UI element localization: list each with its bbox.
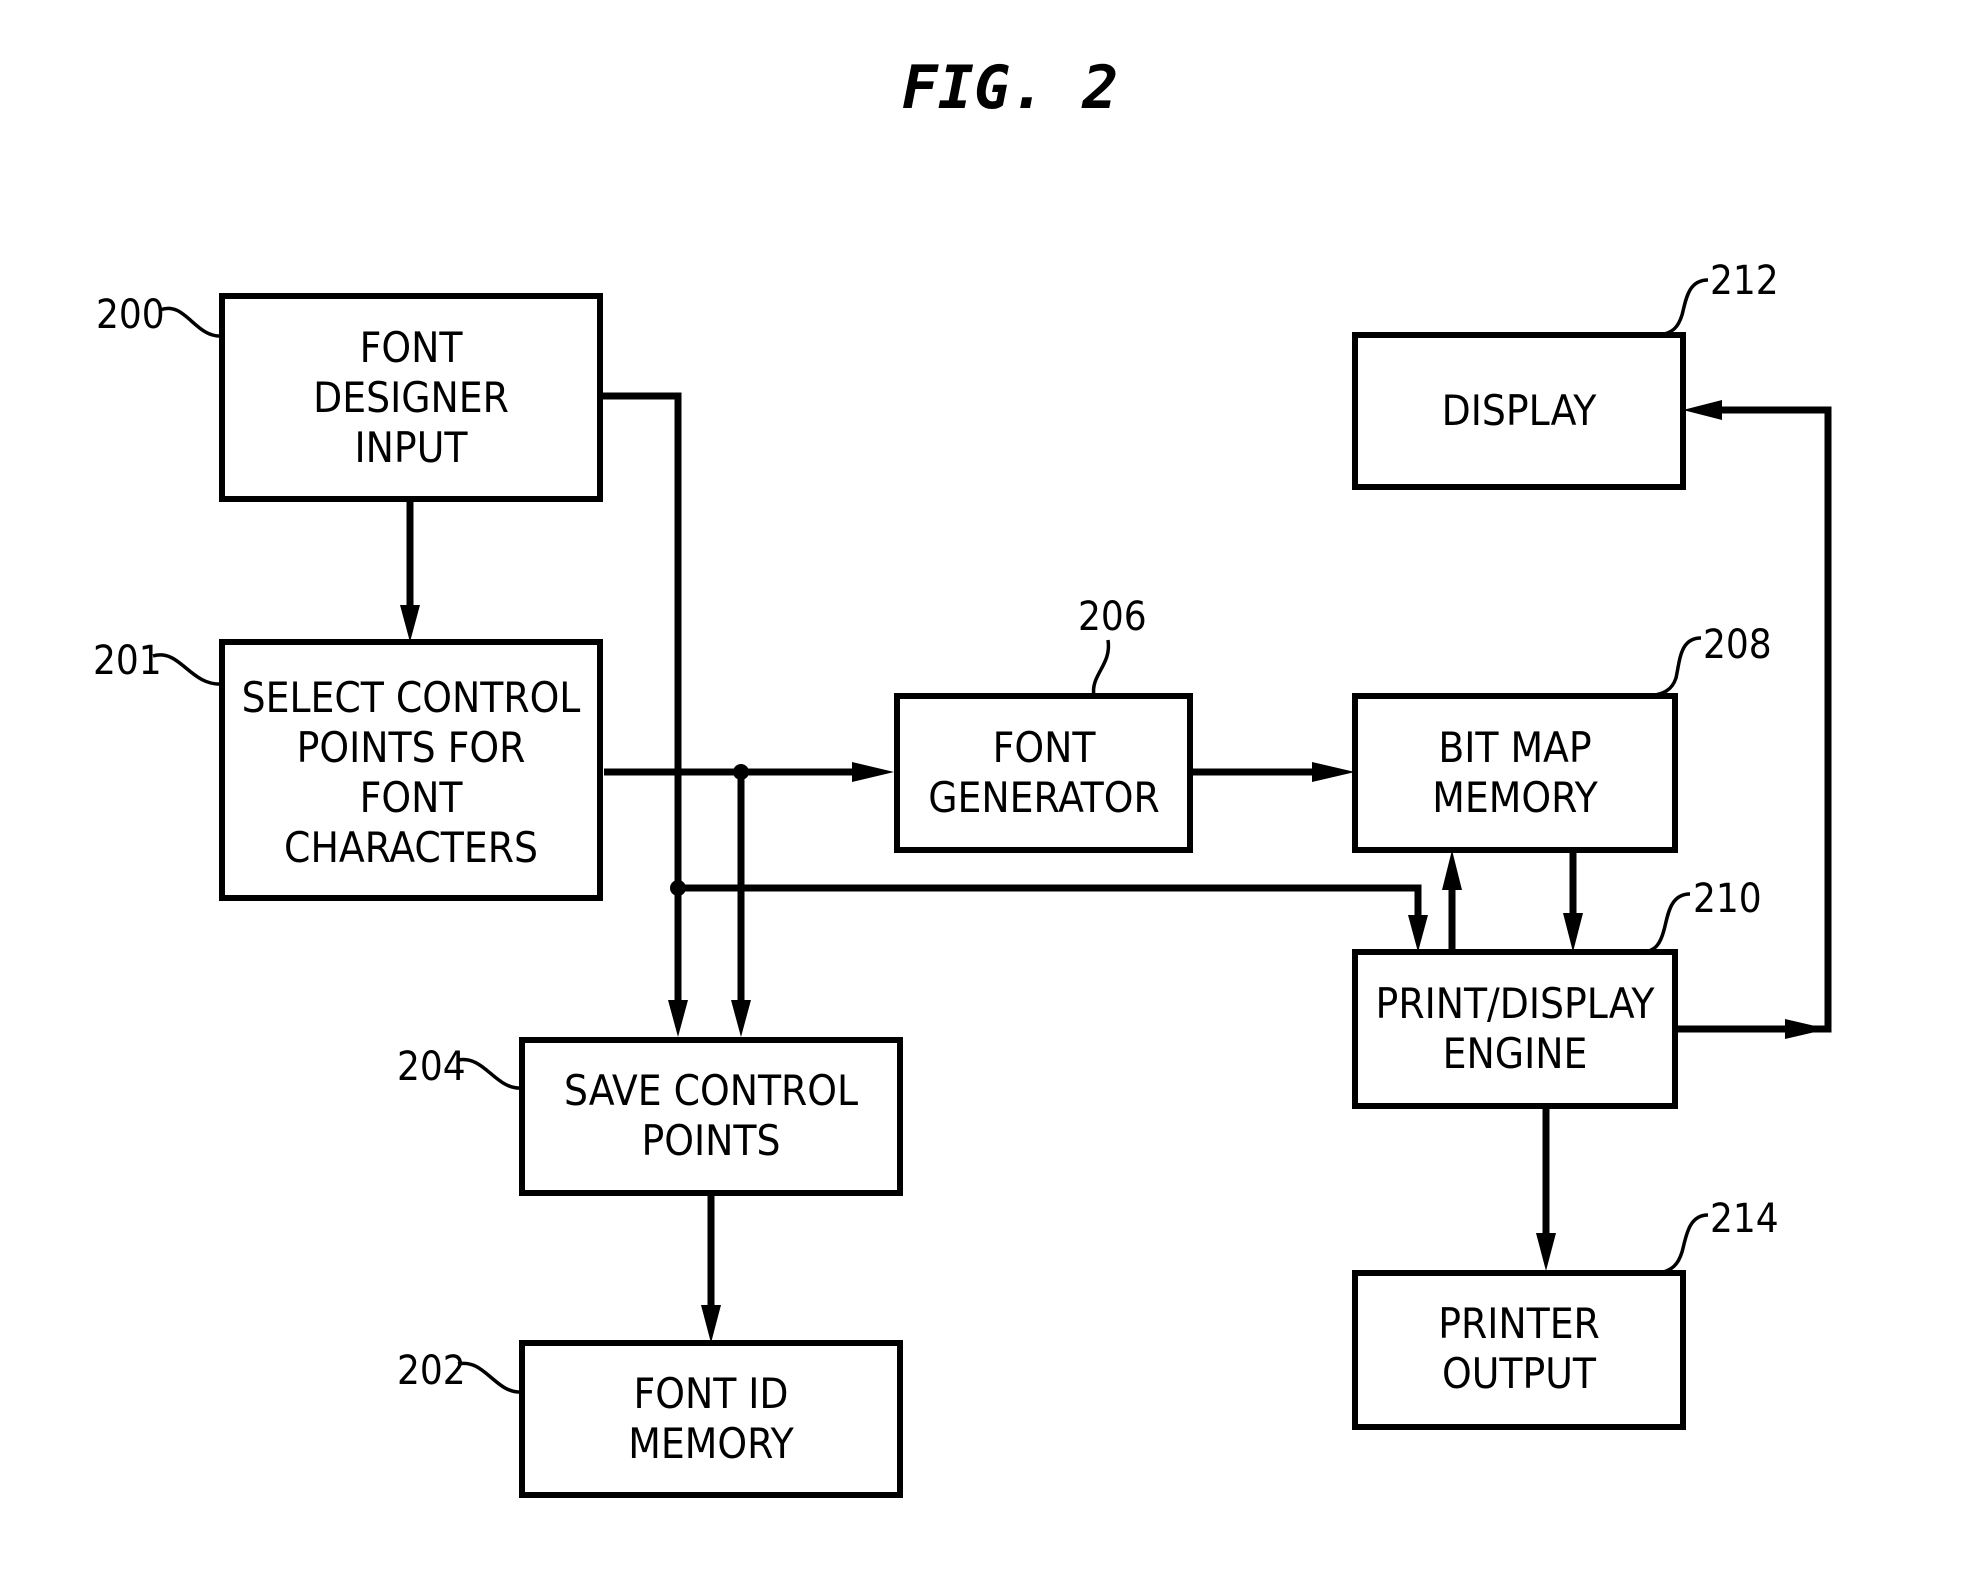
- reference-numeral: 206: [1078, 594, 1147, 640]
- ref-208: 208: [1649, 622, 1772, 698]
- reference-numeral: 214: [1710, 1196, 1779, 1242]
- block-label: MEMORY: [628, 1419, 794, 1468]
- reference-numeral: 201: [93, 638, 162, 684]
- block-label: PRINTER: [1438, 1299, 1600, 1348]
- leader-line: [1091, 639, 1111, 697]
- arrowhead-icon: [731, 1000, 751, 1037]
- ref-201: 201: [93, 638, 223, 686]
- arrow-204-to-202: [701, 1193, 721, 1343]
- reference-numeral: 200: [96, 292, 165, 338]
- arrowhead-icon: [1312, 762, 1355, 782]
- arrowhead-icon: [668, 1000, 688, 1037]
- arrowhead-icon: [400, 605, 420, 642]
- leader-line: [457, 1057, 523, 1090]
- block-label: INPUT: [355, 423, 469, 472]
- block-label: CHARACTERS: [284, 823, 538, 872]
- leader-line: [1644, 892, 1691, 954]
- ref-202: 202: [397, 1348, 523, 1394]
- arrowhead-icon: [1785, 1019, 1828, 1039]
- block-font-designer-input: FONT DESIGNER INPUT: [219, 293, 603, 502]
- block-font-id-memory: FONT ID MEMORY: [519, 1340, 903, 1498]
- arrowhead-icon: [852, 762, 894, 782]
- block-label: PRINT/DISPLAY: [1376, 979, 1656, 1028]
- leader-line: [152, 653, 223, 686]
- arrowhead-icon: [1683, 400, 1722, 420]
- reference-numeral: 204: [397, 1044, 466, 1090]
- arrow-200-to-204: [600, 392, 688, 1037]
- block-label: OUTPUT: [1442, 1349, 1597, 1398]
- block-label: FONT: [360, 773, 464, 822]
- block-select-control-points: SELECT CONTROL POINTS FOR FONT CHARACTER…: [219, 639, 603, 901]
- arrow-200-to-201: [400, 499, 420, 642]
- block-label: SELECT CONTROL: [242, 673, 581, 722]
- arrow-201-to-204: [731, 772, 751, 1037]
- block-label: FONT: [360, 323, 464, 372]
- reference-numeral: 208: [1703, 622, 1772, 668]
- block-label: SAVE CONTROL: [564, 1066, 858, 1115]
- block-font-generator: FONT GENERATOR: [894, 693, 1193, 853]
- arrow-210-to-212: [1675, 400, 1832, 1039]
- arrow-210-to-214: [1536, 1106, 1556, 1271]
- figure-title: FIG. 2: [902, 53, 1119, 123]
- leader-line: [457, 1361, 523, 1394]
- leader-line: [1659, 1213, 1709, 1275]
- ref-212: 212: [1659, 258, 1779, 337]
- arrowhead-icon: [701, 1305, 721, 1343]
- arrow-210-to-208: [1442, 850, 1462, 952]
- block-printer-output: PRINTER OUTPUT: [1352, 1270, 1686, 1430]
- block-label: ENGINE: [1443, 1029, 1588, 1078]
- block-label: POINTS: [642, 1116, 781, 1165]
- block-diagram: FIG. 2 FONT DESIGNER INPUT 200 SELECT CO…: [93, 53, 1832, 1498]
- leader-line: [159, 306, 223, 338]
- reference-numeral: 202: [397, 1348, 466, 1394]
- block-label: POINTS FOR: [297, 723, 526, 772]
- ref-214: 214: [1659, 1196, 1779, 1275]
- block-label: DESIGNER: [313, 373, 509, 422]
- arrowhead-icon: [1536, 1233, 1556, 1271]
- block-bit-map-memory: BIT MAP MEMORY: [1352, 693, 1678, 853]
- arrow-206-to-208: [1190, 762, 1355, 782]
- block-label: BIT MAP: [1438, 723, 1591, 772]
- reference-numeral: 210: [1693, 876, 1762, 922]
- block-label: FONT: [993, 723, 1097, 772]
- leader-line: [1649, 636, 1702, 698]
- block-label: MEMORY: [1432, 773, 1598, 822]
- arrow-201-to-206: [604, 762, 894, 782]
- leader-line: [1659, 278, 1709, 337]
- arrowhead-icon: [1408, 915, 1428, 952]
- block-display: DISPLAY: [1352, 332, 1686, 490]
- block-save-control-points: SAVE CONTROL POINTS: [519, 1037, 903, 1196]
- block-print-display-engine: PRINT/DISPLAY ENGINE: [1352, 949, 1678, 1109]
- block-label: DISPLAY: [1442, 386, 1598, 435]
- ref-206: 206: [1078, 594, 1147, 697]
- ref-204: 204: [397, 1044, 523, 1090]
- reference-numeral: 212: [1710, 258, 1779, 304]
- arrowhead-icon: [1563, 913, 1583, 952]
- arrow-200-to-210: [670, 880, 1428, 952]
- arrowhead-icon: [1442, 850, 1462, 890]
- ref-200: 200: [96, 292, 223, 338]
- arrow-208-to-210: [1563, 850, 1583, 952]
- block-label: GENERATOR: [928, 773, 1159, 822]
- ref-210: 210: [1644, 876, 1762, 954]
- block-label: FONT ID: [633, 1369, 788, 1418]
